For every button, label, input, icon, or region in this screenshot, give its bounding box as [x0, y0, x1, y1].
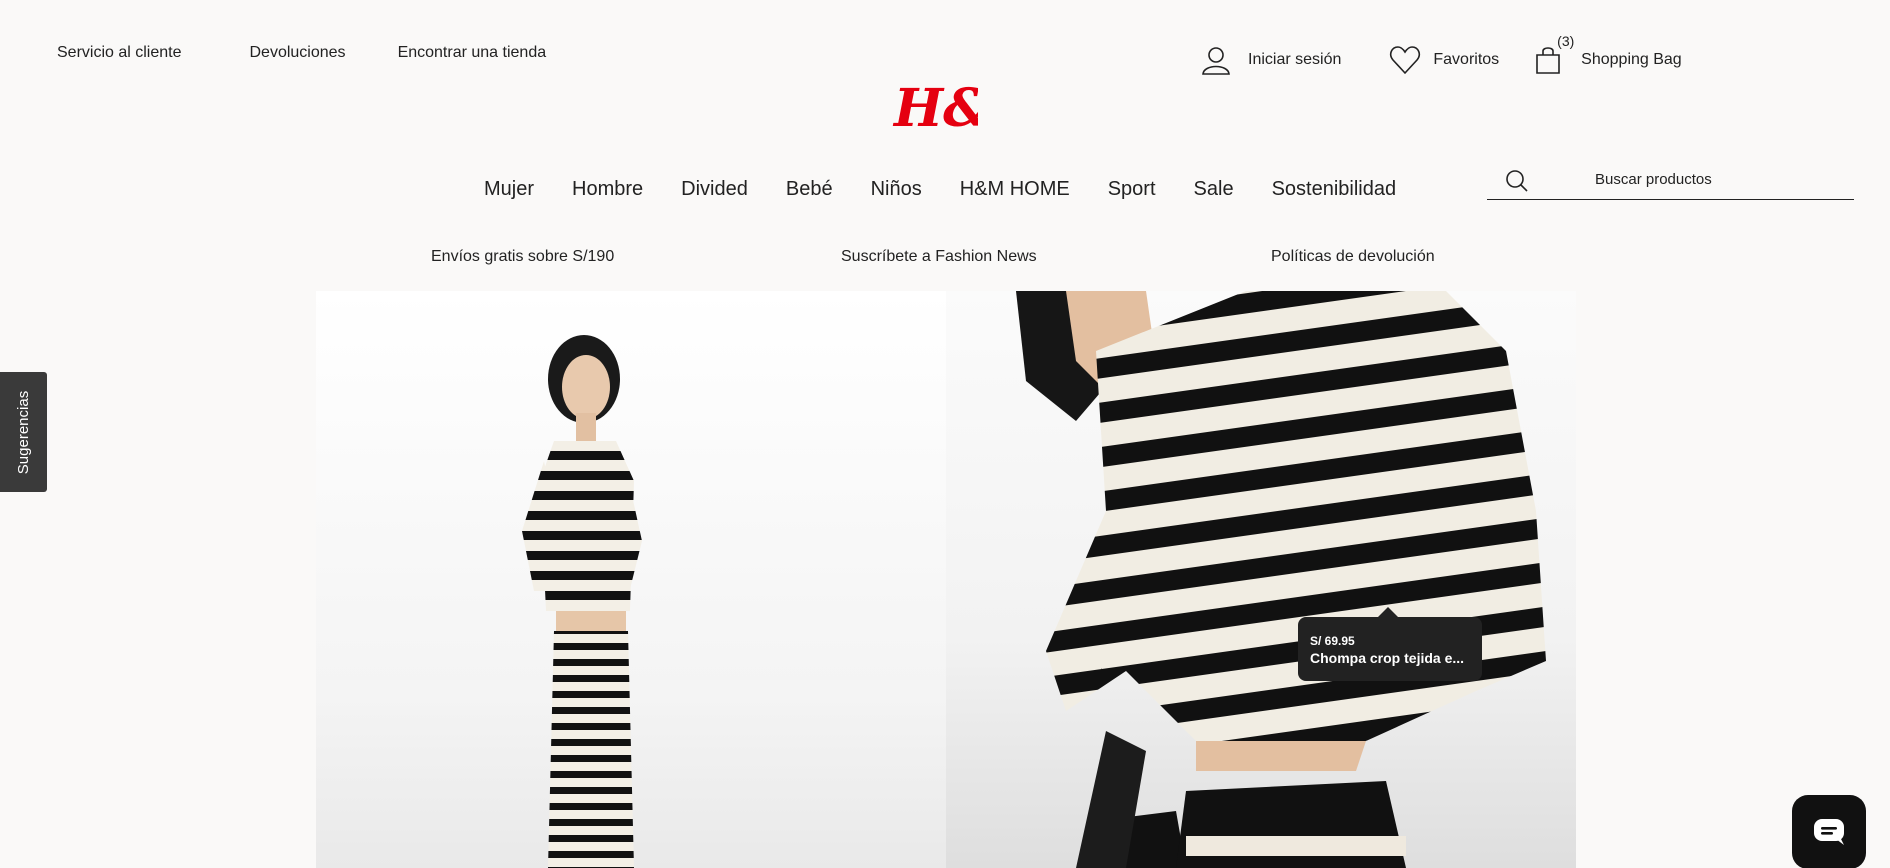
chat-button[interactable]	[1792, 795, 1866, 868]
return-policy-link[interactable]: Políticas de devolución	[1271, 248, 1435, 266]
logo-mark: H&M	[892, 78, 1049, 139]
hm-logo[interactable]: H&M	[892, 76, 1049, 139]
feedback-tab[interactable]: Sugerencias	[0, 372, 47, 492]
favorites-label: Favoritos	[1433, 51, 1500, 68]
bag-count-badge: (3)	[1557, 33, 1575, 49]
account-area: Iniciar sesión Favoritos (3) Shopping Ba…	[1200, 33, 1682, 76]
shopping-bag-icon	[1536, 47, 1560, 74]
nav-sport[interactable]: Sport	[1108, 178, 1156, 201]
nav-bebe[interactable]: Bebé	[786, 178, 833, 201]
hero-banner[interactable]	[316, 291, 1576, 868]
utility-links: Servicio al cliente Devoluciones Encontr…	[57, 44, 546, 62]
store-locator-link[interactable]: Encontrar una tienda	[398, 44, 547, 62]
free-shipping-link[interactable]: Envíos gratis sobre S/190	[431, 248, 614, 266]
search-icon[interactable]	[1505, 169, 1529, 193]
search-input[interactable]	[1595, 171, 1835, 188]
user-icon	[1202, 47, 1230, 75]
model-closeup-illustration	[1016, 291, 1546, 868]
product-price: S/ 69.95	[1310, 634, 1355, 648]
nav-hombre[interactable]: Hombre	[572, 178, 643, 201]
search-bar	[1487, 162, 1854, 200]
returns-link[interactable]: Devoluciones	[250, 44, 346, 62]
nav-mujer[interactable]: Mujer	[484, 178, 534, 201]
nav-divided[interactable]: Divided	[681, 178, 748, 201]
hero-image-right	[946, 291, 1576, 868]
signin-button[interactable]: Iniciar sesión	[1200, 44, 1341, 76]
product-tooltip[interactable]: S/ 69.95 Chompa crop tejida e...	[1298, 607, 1482, 681]
favorites-button[interactable]: Favoritos	[1389, 45, 1499, 75]
customer-service-link[interactable]: Servicio al cliente	[57, 44, 182, 62]
nav-sale[interactable]: Sale	[1194, 178, 1234, 201]
shopping-bag-button[interactable]: (3) Shopping Bag	[1535, 33, 1682, 75]
chat-icon	[1814, 819, 1844, 845]
model-full-body-illustration	[522, 335, 642, 868]
nav-ninos[interactable]: Niños	[871, 178, 922, 201]
nav-sostenibilidad[interactable]: Sostenibilidad	[1272, 178, 1397, 201]
main-navigation: Mujer Hombre Divided Bebé Niños H&M HOME…	[484, 178, 1396, 201]
product-name: Chompa crop tejida e...	[1310, 650, 1465, 666]
nav-hm-home[interactable]: H&M HOME	[960, 178, 1070, 201]
heart-icon	[1390, 46, 1421, 75]
feedback-tab-label: Sugerencias	[15, 390, 33, 474]
fashion-news-link[interactable]: Suscríbete a Fashion News	[841, 248, 1037, 266]
bag-label: Shopping Bag	[1581, 51, 1682, 68]
logo-text: H&M	[892, 78, 978, 136]
signin-label: Iniciar sesión	[1248, 51, 1342, 68]
hero-image-left	[316, 291, 946, 868]
